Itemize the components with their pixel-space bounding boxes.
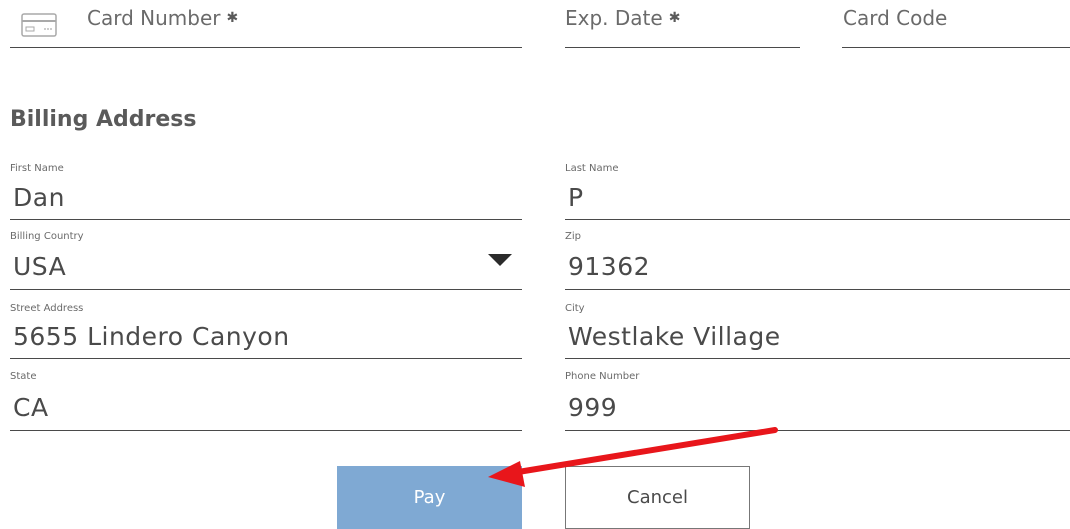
exp-date-placeholder: Exp. Date ✱ [565, 6, 681, 30]
city-field[interactable]: City Westlake Village [565, 300, 1070, 359]
zip-value: 91362 [568, 252, 651, 281]
billing-country-select[interactable]: Billing Country USA [10, 228, 522, 290]
billing-country-label: Billing Country [10, 231, 84, 242]
first-name-value: Dan [13, 183, 65, 212]
street-address-field[interactable]: Street Address 5655 Lindero Canyon [10, 300, 522, 359]
phone-number-value: 999 [568, 393, 618, 422]
state-field[interactable]: State CA [10, 368, 522, 431]
city-label: City [565, 303, 585, 314]
last-name-field[interactable]: Last Name P [565, 160, 1070, 220]
pay-button[interactable]: Pay [337, 466, 522, 529]
street-address-value: 5655 Lindero Canyon [13, 322, 290, 351]
card-code-field[interactable]: Card Code [842, 0, 1070, 48]
zip-field[interactable]: Zip 91362 [565, 228, 1070, 290]
phone-number-label: Phone Number [565, 371, 640, 382]
city-value: Westlake Village [568, 322, 781, 351]
last-name-label: Last Name [565, 163, 619, 174]
last-name-value: P [568, 183, 584, 212]
card-code-placeholder: Card Code [843, 6, 948, 30]
billing-address-heading: Billing Address [10, 107, 197, 132]
caret-down-icon[interactable] [488, 254, 512, 266]
credit-card-icon [21, 13, 57, 37]
required-asterisk-icon: ✱ [668, 10, 681, 26]
state-label: State [10, 371, 37, 382]
first-name-field[interactable]: First Name Dan [10, 160, 522, 220]
first-name-label: First Name [10, 163, 64, 174]
cancel-button[interactable]: Cancel [565, 466, 750, 529]
zip-label: Zip [565, 231, 581, 242]
required-asterisk-icon: ✱ [226, 10, 239, 26]
state-value: CA [13, 393, 49, 422]
card-number-placeholder: Card Number ✱ [87, 6, 239, 30]
billing-country-value: USA [13, 252, 67, 281]
street-address-label: Street Address [10, 303, 84, 314]
phone-number-field[interactable]: Phone Number 999 [565, 368, 1070, 431]
card-number-field[interactable]: Card Number ✱ [10, 0, 522, 48]
exp-date-field[interactable]: Exp. Date ✱ [565, 0, 800, 48]
